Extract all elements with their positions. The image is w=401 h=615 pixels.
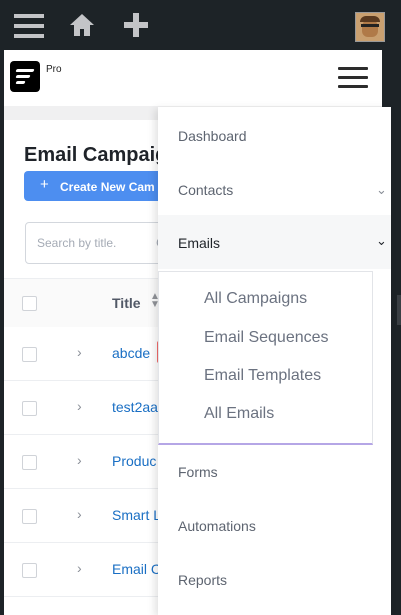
row-checkbox[interactable]	[22, 509, 37, 524]
expand-chevron-icon[interactable]: ›	[77, 344, 82, 360]
campaign-title-link[interactable]: test2aa	[112, 399, 158, 415]
menu-item-label: Forms	[178, 464, 218, 480]
user-avatar[interactable]	[355, 12, 385, 42]
menu-item-reports[interactable]: Reports	[158, 553, 391, 607]
expand-chevron-icon[interactable]: ›	[77, 452, 82, 468]
pro-badge: Pro	[46, 64, 62, 75]
campaign-title-link[interactable]: Smart L	[112, 507, 161, 523]
column-title[interactable]: Title	[112, 295, 141, 311]
create-campaign-label: Create New Cam	[60, 180, 155, 194]
search-placeholder: Search by title.	[37, 236, 117, 250]
menu-item-contacts[interactable]: Contacts ⌄	[158, 161, 391, 215]
expand-chevron-icon[interactable]: ›	[77, 398, 82, 414]
submenu-item-email-sequences[interactable]: Email Sequences	[204, 329, 329, 347]
home-icon[interactable]	[68, 11, 96, 39]
row-checkbox[interactable]	[22, 347, 37, 362]
expand-chevron-icon[interactable]: ›	[77, 560, 82, 576]
row-checkbox[interactable]	[22, 401, 37, 416]
menu-item-automations[interactable]: Automations	[158, 499, 391, 553]
expand-chevron-icon[interactable]: ›	[77, 506, 82, 522]
menu-item-label: Emails	[178, 235, 221, 251]
plugin-topbar: Pro	[4, 50, 382, 106]
chevron-down-icon: ⌄	[376, 182, 387, 197]
submenu-item-all-emails[interactable]: All Emails	[204, 405, 274, 423]
campaign-title-link[interactable]: abcde	[112, 345, 150, 361]
scrollbar-thumb[interactable]	[397, 295, 401, 325]
page-title: Email Campaig	[24, 144, 168, 166]
logo[interactable]	[10, 61, 40, 92]
plus-icon[interactable]	[122, 11, 150, 39]
menu-item-forms[interactable]: Forms	[158, 445, 391, 499]
menu-item-label: Contacts	[178, 182, 234, 198]
admin-bar	[0, 0, 401, 50]
select-all-checkbox[interactable]	[22, 296, 37, 311]
chevron-down-icon: ⌄	[376, 233, 387, 248]
submenu-item-email-templates[interactable]: Email Templates	[204, 367, 321, 385]
menu-item-label: Reports	[178, 572, 228, 588]
row-checkbox[interactable]	[22, 455, 37, 470]
row-checkbox[interactable]	[22, 563, 37, 578]
campaign-title-link[interactable]: Produc	[112, 453, 156, 469]
emails-submenu: All Campaigns Email Sequences Email Temp…	[158, 271, 373, 445]
nav-dropdown-menu: Dashboard Contacts ⌄ Emails ⌄ All Campai…	[158, 107, 391, 615]
submenu-item-all-campaigns[interactable]: All Campaigns	[204, 290, 307, 308]
menu-item-label: Automations	[178, 518, 256, 534]
menu-item-label: Dashboard	[178, 128, 247, 144]
menu-icon[interactable]	[14, 14, 44, 44]
campaign-title-link[interactable]: Email C	[112, 561, 161, 577]
menu-item-emails[interactable]: Emails ⌄	[158, 215, 391, 269]
menu-toggle-icon[interactable]	[338, 67, 368, 94]
search-input[interactable]: Search by title. C	[25, 222, 177, 264]
plus-icon: +	[40, 176, 49, 193]
menu-item-dashboard[interactable]: Dashboard	[158, 107, 391, 161]
